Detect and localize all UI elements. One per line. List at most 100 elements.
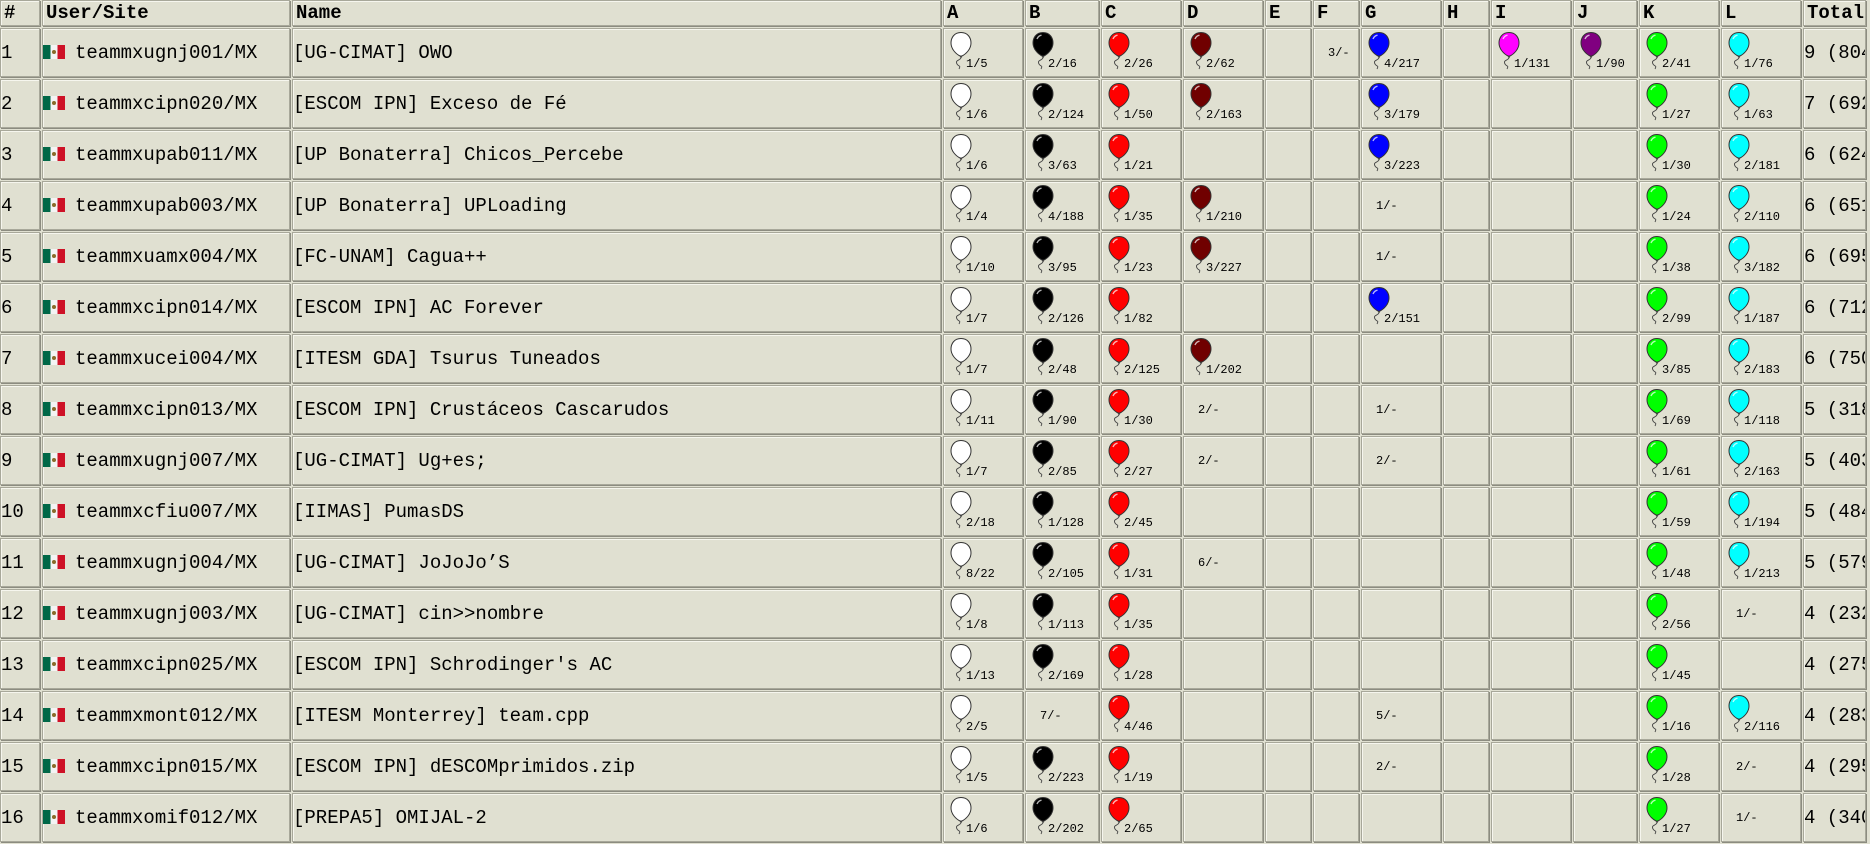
problem-attempts-text: 3/227	[1206, 261, 1243, 275]
problem-attempts-text: 1/27	[1662, 822, 1691, 836]
problem-a-cell: 1/13	[943, 640, 1023, 689]
problem-attempts-text: 1/59	[1662, 516, 1691, 530]
problem-attempts-text: 1/118	[1744, 414, 1781, 428]
problem-g-cell: 1/-	[1361, 385, 1441, 434]
rank-cell: 14	[0, 691, 40, 740]
problem-attempts-text: 2/56	[1662, 618, 1691, 632]
total-cell: 5 (403)	[1803, 436, 1866, 485]
problem-attempts-text: 1/8	[966, 618, 988, 632]
problem-g-cell	[1361, 793, 1441, 842]
problem-attempts-text: 1/210	[1206, 210, 1243, 224]
header-total: Total	[1803, 0, 1866, 26]
mexico-flag-icon	[43, 452, 65, 467]
problem-a-cell: 8/22	[943, 538, 1023, 587]
user-site-cell: teammxcipn025/MX	[42, 640, 290, 689]
problem-attempts-text: 2/163	[1744, 465, 1781, 479]
problem-c-cell: 2/65	[1101, 793, 1181, 842]
problem-attempts-text: 1/38	[1662, 261, 1691, 275]
problem-g-cell: 4/217	[1361, 28, 1441, 77]
problem-h-cell	[1443, 538, 1489, 587]
total-cell: 6 (712)	[1803, 283, 1866, 332]
user-site-cell: teammxuamx004/MX	[42, 232, 290, 281]
problem-e-cell	[1265, 334, 1311, 383]
problem-e-cell	[1265, 283, 1311, 332]
problem-attempts-text: 1/213	[1744, 567, 1781, 581]
problem-attempts-text: 1/-	[1736, 607, 1758, 621]
user-site-text: teammxomif012/MX	[75, 806, 258, 829]
problem-attempts-text: 1/35	[1124, 618, 1153, 632]
problem-b-cell: 1/113	[1025, 589, 1099, 638]
problem-attempts-text: 1/6	[966, 108, 988, 122]
problem-attempts-text: 1/6	[966, 159, 988, 173]
table-row: 12 teammxugnj003/MX [UG-CIMAT] cin>>nombre…	[0, 589, 1866, 638]
total-cell: 6 (624)	[1803, 130, 1866, 179]
problem-attempts-text: 6/-	[1198, 556, 1220, 570]
user-site-cell: teammxcipn020/MX	[42, 79, 290, 128]
problem-attempts-text: 5/-	[1376, 709, 1398, 723]
problem-f-cell	[1313, 640, 1359, 689]
problem-g-cell	[1361, 538, 1441, 587]
mexico-flag-icon	[43, 197, 65, 212]
user-site-text: teammxuamx004/MX	[75, 245, 258, 268]
problem-j-cell	[1573, 640, 1637, 689]
problem-h-cell	[1443, 691, 1489, 740]
mexico-flag-icon	[43, 146, 65, 161]
team-name-cell: [UP Bonaterra] Chicos_Percebe	[292, 130, 941, 179]
problem-k-cell: 1/30	[1639, 130, 1719, 179]
problem-attempts-text: 2/26	[1124, 57, 1153, 71]
problem-b-cell: 2/85	[1025, 436, 1099, 485]
table-row: 9 teammxugnj007/MX [UG-CIMAT] Ug+es; 1/7 2/8…	[0, 436, 1866, 485]
table-row: 14 teammxmont012/MX [ITESM Monterrey] team…	[0, 691, 1866, 740]
problem-e-cell	[1265, 742, 1311, 791]
problem-attempts-text: 2/-	[1198, 454, 1220, 468]
total-cell: 5 (484)	[1803, 487, 1866, 536]
team-name-cell: [ESCOM IPN] Crustáceos Cascarudos	[292, 385, 941, 434]
problem-l-cell: 1/194	[1721, 487, 1801, 536]
team-name-cell: [ESCOM IPN] dESCOMprimidos.zip	[292, 742, 941, 791]
problem-a-cell: 1/7	[943, 283, 1023, 332]
problem-i-cell	[1491, 385, 1571, 434]
team-name-cell: [UG-CIMAT] Ug+es;	[292, 436, 941, 485]
problem-c-cell: 4/46	[1101, 691, 1181, 740]
problem-c-cell: 1/31	[1101, 538, 1181, 587]
mexico-flag-icon	[43, 350, 65, 365]
rank-cell: 16	[0, 793, 40, 842]
problem-g-cell: 2/-	[1361, 742, 1441, 791]
problem-l-cell: 1/-	[1721, 793, 1801, 842]
rank-cell: 5	[0, 232, 40, 281]
table-row: 15 teammxcipn015/MX [ESCOM IPN] dESCOMprim…	[0, 742, 1866, 791]
problem-c-cell: 1/30	[1101, 385, 1181, 434]
problem-i-cell	[1491, 181, 1571, 230]
problem-l-cell: 2/183	[1721, 334, 1801, 383]
problem-attempts-text: 1/-	[1376, 199, 1398, 213]
problem-attempts-text: 1/69	[1662, 414, 1691, 428]
problem-e-cell	[1265, 487, 1311, 536]
problem-attempts-text: 1/113	[1048, 618, 1085, 632]
problem-a-cell: 2/18	[943, 487, 1023, 536]
problem-attempts-text: 2/169	[1048, 669, 1085, 683]
rank-cell: 13	[0, 640, 40, 689]
problem-b-cell: 4/188	[1025, 181, 1099, 230]
problem-attempts-text: 1/131	[1514, 57, 1551, 71]
problem-k-cell: 1/38	[1639, 232, 1719, 281]
problem-f-cell: 3/-	[1313, 28, 1359, 77]
problem-h-cell	[1443, 742, 1489, 791]
problem-f-cell	[1313, 589, 1359, 638]
problem-l-cell: 2/181	[1721, 130, 1801, 179]
problem-attempts-text: 1/35	[1124, 210, 1153, 224]
user-site-text: teammxcipn013/MX	[75, 398, 258, 421]
problem-j-cell	[1573, 283, 1637, 332]
rank-cell: 8	[0, 385, 40, 434]
problem-attempts-text: 1/5	[966, 771, 988, 785]
problem-h-cell	[1443, 130, 1489, 179]
header-problem-j: J	[1573, 0, 1637, 26]
problem-attempts-text: 2/99	[1662, 312, 1691, 326]
problem-f-cell	[1313, 334, 1359, 383]
team-name-cell: [UG-CIMAT] JoJoJo’S	[292, 538, 941, 587]
user-site-cell: teammxugnj004/MX	[42, 538, 290, 587]
mexico-flag-icon	[43, 707, 65, 722]
problem-c-cell: 2/27	[1101, 436, 1181, 485]
user-site-cell: teammxcipn015/MX	[42, 742, 290, 791]
problem-attempts-text: 2/45	[1124, 516, 1153, 530]
problem-c-cell: 2/26	[1101, 28, 1181, 77]
